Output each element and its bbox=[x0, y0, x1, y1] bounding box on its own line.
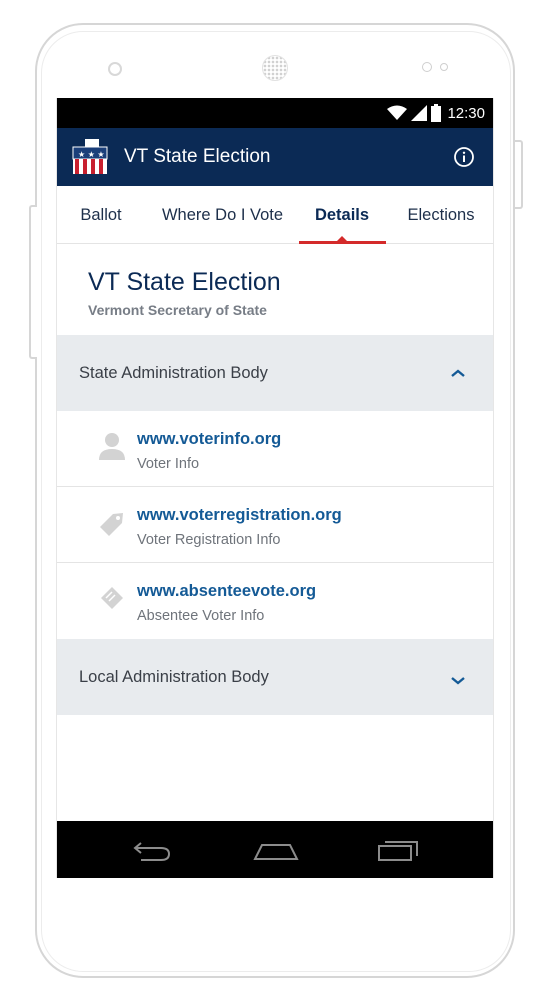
info-icon[interactable] bbox=[453, 146, 475, 168]
screen: 12:30 ★ ★ ★ VT State Election Ballot Whe… bbox=[56, 98, 494, 878]
active-tab-indicator bbox=[299, 241, 386, 244]
earpiece-speaker bbox=[262, 55, 288, 81]
link-url[interactable]: www.voterinfo.org bbox=[137, 430, 281, 449]
tab-bar: Ballot Where Do I Vote Details Elections bbox=[57, 186, 493, 244]
list-item[interactable]: www.voterregistration.org Voter Registra… bbox=[57, 487, 493, 563]
status-bar: 12:30 bbox=[57, 98, 493, 128]
home-icon[interactable] bbox=[253, 837, 299, 863]
tab-elections[interactable]: Elections bbox=[397, 186, 485, 244]
back-icon[interactable] bbox=[131, 837, 175, 863]
election-subtitle: Vermont Secretary of State bbox=[88, 302, 267, 318]
tab-ballot[interactable]: Ballot bbox=[65, 186, 137, 244]
proximity-sensor bbox=[422, 62, 432, 72]
list-item[interactable]: www.voterinfo.org Voter Info bbox=[57, 411, 493, 487]
link-description: Voter Info bbox=[137, 456, 200, 472]
ballot-box-icon: ★ ★ ★ bbox=[72, 139, 108, 174]
chevron-up-icon[interactable] bbox=[451, 368, 465, 378]
section-title: State Administration Body bbox=[79, 363, 268, 382]
volume-button bbox=[29, 205, 37, 359]
section-local-administration[interactable]: Local Administration Body bbox=[57, 639, 493, 715]
link-description: Absentee Voter Info bbox=[137, 608, 265, 624]
section-title: Local Administration Body bbox=[79, 667, 269, 686]
wifi-icon bbox=[387, 105, 408, 120]
clock: 12:30 bbox=[447, 104, 485, 122]
person-icon bbox=[99, 433, 125, 460]
list-item[interactable]: www.absenteevote.org Absentee Voter Info bbox=[57, 563, 493, 639]
light-sensor bbox=[440, 63, 448, 71]
tag-icon bbox=[100, 513, 123, 536]
link-url[interactable]: www.voterregistration.org bbox=[137, 506, 342, 525]
section-state-administration[interactable]: State Administration Body bbox=[57, 335, 493, 411]
link-url[interactable]: www.absenteevote.org bbox=[137, 582, 316, 601]
app-title: VT State Election bbox=[124, 146, 271, 167]
navigation-bar bbox=[57, 821, 493, 878]
signal-icon bbox=[411, 105, 428, 121]
recent-apps-icon[interactable] bbox=[377, 837, 421, 863]
ticket-icon bbox=[101, 587, 123, 609]
svg-text:★ ★ ★: ★ ★ ★ bbox=[78, 150, 105, 159]
power-button bbox=[515, 140, 523, 209]
link-description: Voter Registration Info bbox=[137, 532, 281, 548]
battery-icon bbox=[431, 104, 442, 122]
front-camera bbox=[108, 62, 122, 76]
chevron-down-icon[interactable] bbox=[451, 675, 465, 685]
tab-where-do-i-vote[interactable]: Where Do I Vote bbox=[155, 186, 290, 244]
election-title: VT State Election bbox=[88, 268, 281, 296]
app-bar: ★ ★ ★ VT State Election bbox=[57, 128, 493, 186]
